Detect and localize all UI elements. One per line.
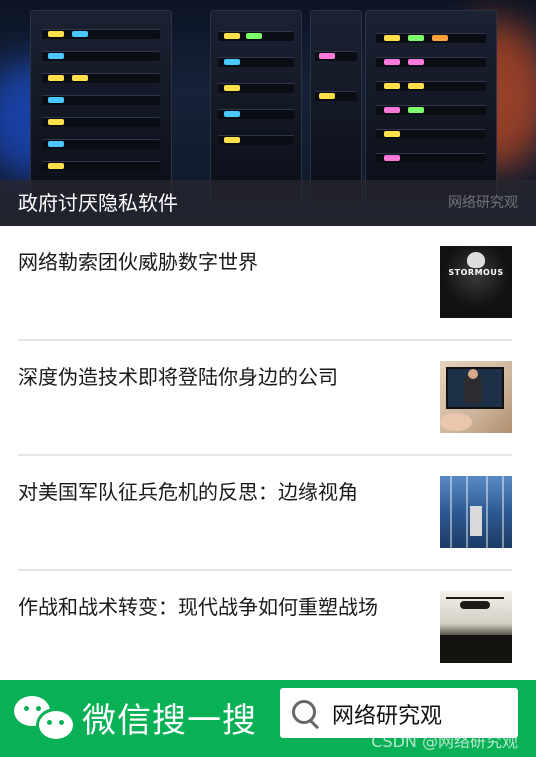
structure-beam bbox=[502, 476, 504, 548]
article-thumbnail[interactable] bbox=[440, 476, 512, 548]
search-term: 网络研究观 bbox=[332, 704, 443, 729]
article-thumbnail[interactable] bbox=[440, 591, 512, 663]
server-rack bbox=[310, 10, 362, 202]
hero-image[interactable]: 政府讨厌隐私软件 网络研究观 bbox=[0, 0, 536, 226]
helicopter-icon bbox=[460, 601, 490, 609]
banner-label: 微信搜一搜 bbox=[82, 701, 257, 741]
structure-beam bbox=[466, 476, 468, 548]
article-title[interactable]: 深度伪造技术即将登陆你身边的公司 bbox=[18, 361, 418, 393]
article-list: 网络勒索团伙威胁数字世界 STORMOUS 深度伪造技术即将登陆你身边的公司 对… bbox=[18, 226, 512, 685]
list-item[interactable]: 网络勒索团伙威胁数字世界 STORMOUS bbox=[18, 226, 512, 341]
server-rack bbox=[210, 10, 302, 202]
list-item[interactable]: 作战和战术转变：现代战争如何重塑战场 bbox=[18, 571, 512, 685]
search-icon bbox=[292, 700, 316, 724]
list-item[interactable]: 对美国军队征兵危机的反思：边缘视角 bbox=[18, 456, 512, 571]
thumbnail-logo-text: STORMOUS bbox=[448, 268, 504, 277]
list-item[interactable]: 深度伪造技术即将登陆你身边的公司 bbox=[18, 341, 512, 456]
article-thumbnail[interactable] bbox=[440, 361, 512, 433]
structure-beam bbox=[450, 476, 452, 548]
article-thumbnail[interactable]: STORMOUS bbox=[440, 246, 512, 318]
server-rack bbox=[365, 10, 497, 202]
article-title[interactable]: 网络勒索团伙威胁数字世界 bbox=[18, 246, 418, 278]
server-rack bbox=[30, 10, 172, 202]
article-title[interactable]: 作战和战术转变：现代战争如何重塑战场 bbox=[18, 591, 418, 623]
crane-figure bbox=[470, 506, 482, 536]
skull-icon bbox=[467, 252, 485, 268]
hero-watermark: 网络研究观 bbox=[448, 195, 518, 211]
wechat-logo-icon bbox=[14, 692, 76, 742]
helicopter-rotor bbox=[446, 597, 504, 599]
csdn-watermark: CSDN @网络研究观 bbox=[371, 732, 518, 751]
hand-figure bbox=[440, 413, 472, 431]
hero-title[interactable]: 政府讨厌隐私软件 bbox=[18, 187, 178, 216]
soldiers-silhouette bbox=[440, 635, 512, 663]
presenter-face bbox=[468, 369, 478, 379]
structure-beam bbox=[486, 476, 488, 548]
article-title[interactable]: 对美国军队征兵危机的反思：边缘视角 bbox=[18, 476, 418, 508]
wechat-search-banner[interactable]: 微信搜一搜 网络研究观 CSDN @网络研究观 bbox=[0, 680, 536, 757]
